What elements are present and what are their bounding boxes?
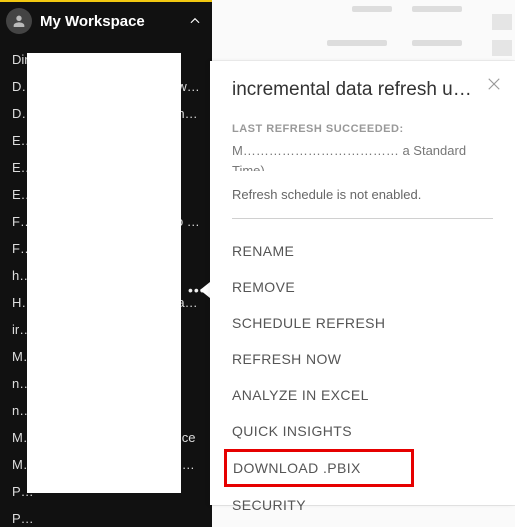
workspace-header[interactable]: My Workspace — [0, 0, 212, 40]
last-refresh-info: M……………………………… a Standard Time) — [232, 141, 493, 171]
flyout-pointer-icon — [200, 282, 210, 298]
menu-remove[interactable]: REMOVE — [232, 269, 493, 305]
menu-rename[interactable]: RENAME — [232, 233, 493, 269]
divider — [232, 218, 493, 219]
user-avatar-icon — [6, 8, 32, 34]
menu-download-pbix[interactable]: DOWNLOAD .PBIX — [224, 449, 414, 487]
context-menu: RENAME REMOVE SCHEDULE REFRESH REFRESH N… — [232, 233, 493, 523]
menu-quick-insights[interactable]: QUICK INSIGHTS — [232, 413, 493, 449]
workspace-title: My Workspace — [40, 13, 188, 30]
schedule-status: Refresh schedule is not enabled. — [232, 187, 493, 202]
panel-title: incremental data refresh usi… — [232, 79, 493, 105]
sidebar-item[interactable]: P… — [0, 505, 212, 527]
menu-refresh-now[interactable]: REFRESH NOW — [232, 341, 493, 377]
last-refresh-label: LAST REFRESH SUCCEEDED: — [232, 123, 493, 135]
menu-schedule-refresh[interactable]: SCHEDULE REFRESH — [232, 305, 493, 341]
menu-security[interactable]: SECURITY — [232, 487, 493, 523]
dataset-context-panel: incremental data refresh usi… LAST REFRE… — [210, 61, 515, 505]
content-grid-background — [212, 0, 515, 61]
redaction-overlay — [27, 53, 181, 493]
chevron-up-icon[interactable] — [188, 14, 202, 28]
menu-analyze-in-excel[interactable]: ANALYZE IN EXCEL — [232, 377, 493, 413]
close-icon[interactable] — [485, 75, 503, 93]
